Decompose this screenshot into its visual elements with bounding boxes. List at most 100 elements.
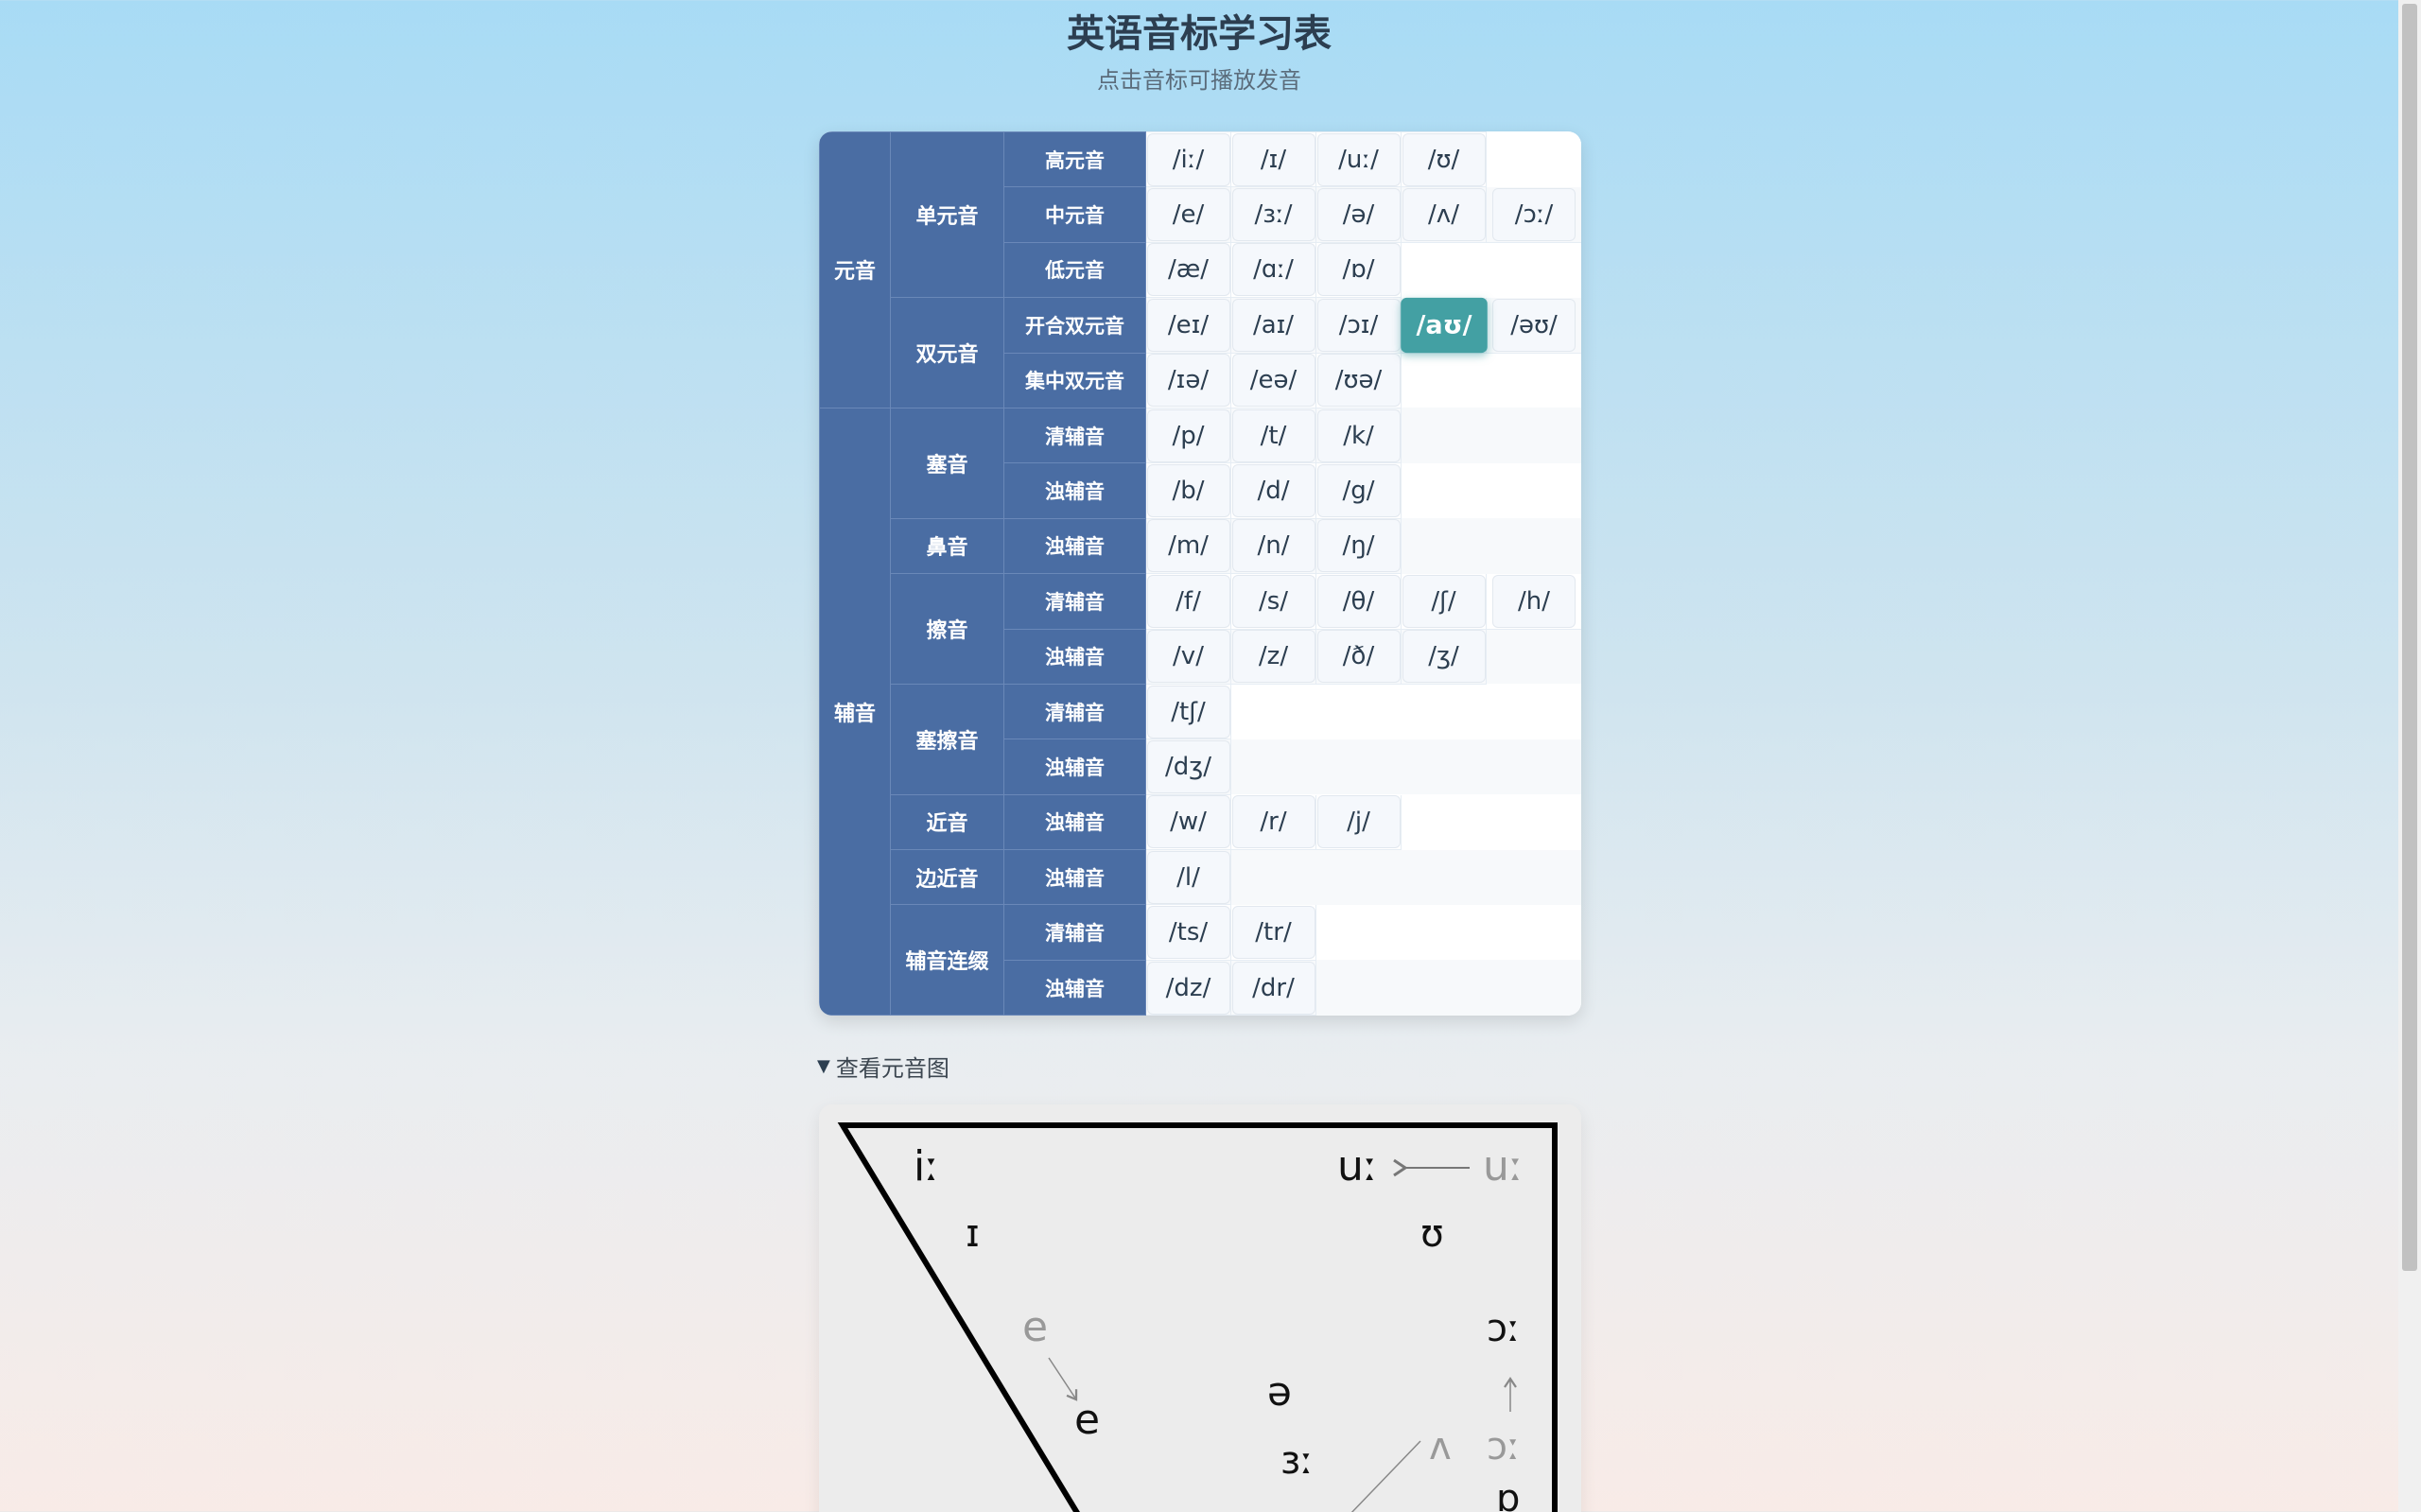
symbol-cell: /ʌ/ (1401, 186, 1487, 243)
phonetic-button[interactable]: /ŋ/ (1316, 519, 1401, 573)
phonetic-button[interactable]: /p/ (1146, 408, 1230, 462)
scrollbar-thumb[interactable] (2402, 4, 2417, 1271)
phonetic-button[interactable]: /əʊ/ (1492, 298, 1576, 352)
phonetic-button[interactable]: /dʒ/ (1146, 739, 1230, 793)
symbol-cell: /d/ (1230, 462, 1316, 519)
phonetic-button[interactable]: /h/ (1492, 574, 1576, 628)
phonetic-button[interactable]: /ts/ (1146, 906, 1230, 960)
phonetic-button[interactable]: /ʌ/ (1402, 188, 1486, 242)
phonetic-button[interactable]: /ə/ (1316, 188, 1401, 242)
phonetic-button[interactable]: /m/ (1146, 519, 1230, 573)
symbol-cell: /v/ (1145, 628, 1231, 685)
vowel-label: ʌ (1429, 1425, 1452, 1469)
symbol-cell: /ɒ/ (1315, 241, 1402, 299)
subgroup-header: 集中双元音 (1003, 352, 1146, 408)
group-header: 近音 (890, 793, 1004, 851)
symbol-cell: /j/ (1315, 793, 1402, 851)
symbol-cell: /z/ (1230, 628, 1316, 685)
subgroup-header: 清辅音 (1003, 683, 1146, 740)
phonetic-button[interactable]: /aɪ/ (1231, 298, 1315, 352)
symbol-cell: /eə/ (1230, 352, 1316, 408)
phonetic-button[interactable]: /j/ (1316, 795, 1401, 849)
group-header: 鼻音 (890, 517, 1004, 575)
phonetic-button-active[interactable]: /aʊ/ (1400, 297, 1488, 353)
symbol-cell: /dz/ (1145, 959, 1231, 1016)
subgroup-header: 低元音 (1003, 241, 1146, 299)
phonetic-button[interactable]: /ɔː/ (1492, 188, 1576, 242)
table-row: 双元音 开合双元音/eɪ//aɪ//ɔɪ//aʊ//əʊ/ (820, 297, 1581, 408)
group-header: 双元音 (890, 297, 1004, 408)
symbol-cell: /g/ (1315, 462, 1402, 519)
phonetic-button[interactable]: /t/ (1231, 408, 1315, 462)
phonetic-button[interactable]: /k/ (1316, 408, 1401, 462)
symbol-cell: /r/ (1230, 793, 1316, 851)
phonetic-button[interactable]: /ɔɪ/ (1316, 298, 1401, 352)
vowel-label: e (1022, 1303, 1048, 1351)
subgroup-header: 浊辅音 (1003, 517, 1146, 575)
empty-cell (1401, 353, 1487, 408)
phonetic-button[interactable]: /ɑː/ (1231, 243, 1315, 297)
group-header: 单元音 (890, 131, 1004, 299)
phonetic-button[interactable]: /f/ (1146, 574, 1230, 628)
group-header: 塞擦音 (890, 683, 1004, 795)
phonetic-button[interactable]: /θ/ (1316, 574, 1401, 628)
phonetic-button[interactable]: /e/ (1146, 188, 1230, 242)
phonetic-button[interactable]: /tr/ (1231, 906, 1315, 960)
phonetic-button[interactable]: /ʊə/ (1316, 354, 1401, 408)
arrow-diag-icon (1350, 1440, 1421, 1512)
symbol-cell: /m/ (1145, 517, 1231, 575)
subgroup-header: 清辅音 (1003, 904, 1146, 961)
empty-cell (1486, 353, 1581, 408)
phonetic-button[interactable]: /ɪə/ (1146, 354, 1230, 408)
phonetic-button[interactable]: /eɪ/ (1146, 298, 1230, 352)
phonetic-button[interactable]: /r/ (1231, 795, 1315, 849)
empty-cell (1401, 849, 1487, 905)
phonetic-button[interactable]: /l/ (1146, 850, 1230, 904)
symbol-cell: /iː/ (1145, 131, 1231, 188)
phonetic-button[interactable]: /w/ (1146, 795, 1230, 849)
vowel-label: ɪ (966, 1212, 980, 1256)
phonetic-button[interactable]: /s/ (1231, 574, 1315, 628)
phonetic-button[interactable]: /æ/ (1146, 243, 1230, 297)
symbol-cell: /æ/ (1145, 241, 1231, 299)
symbol-cell: /aɪ/ (1230, 297, 1316, 354)
scrollbar[interactable] (2398, 0, 2421, 1512)
subgroup-header: 浊辅音 (1003, 959, 1146, 1016)
vowel-label: iː (914, 1142, 939, 1190)
phonetic-button[interactable]: /ʃ/ (1402, 574, 1486, 628)
symbol-cell: /l/ (1145, 849, 1231, 906)
symbol-cell: /ʊ/ (1401, 131, 1487, 188)
phonetic-button[interactable]: /dz/ (1146, 961, 1230, 1015)
arrow-down-icon (1048, 1357, 1078, 1401)
phonetic-button[interactable]: /eə/ (1231, 354, 1315, 408)
vowel-chart-toggle[interactable]: ▼ 查看元音图 (817, 1050, 949, 1083)
phonetic-button[interactable]: /ɪ/ (1231, 132, 1315, 186)
subgroup-header: 浊辅音 (1003, 739, 1146, 795)
phonetic-button[interactable]: /n/ (1231, 519, 1315, 573)
group-header: 擦音 (890, 573, 1004, 685)
phonetic-button[interactable]: /uː/ (1316, 132, 1401, 186)
phonetic-button[interactable]: /ʒ/ (1402, 630, 1486, 684)
phonetic-button[interactable]: /iː/ (1146, 132, 1230, 186)
phonetic-button[interactable]: /ɒ/ (1316, 243, 1401, 297)
phonetic-button[interactable]: /dr/ (1231, 961, 1315, 1015)
subgroup-header: 高元音 (1003, 131, 1146, 188)
phonetic-table: 元音 单元音 高元音/iː//ɪ//uː//ʊ/中元音/e//ɜː//ə//ʌ//ɔ… (819, 131, 1581, 1016)
symbol-cell: /tr/ (1230, 904, 1316, 961)
phonetic-button[interactable]: /z/ (1231, 630, 1315, 684)
phonetic-button[interactable]: /v/ (1146, 630, 1230, 684)
empty-cell (1315, 684, 1402, 739)
phonetic-button[interactable]: /b/ (1146, 464, 1230, 518)
phonetic-button[interactable]: /g/ (1316, 464, 1401, 518)
empty-cell (1486, 794, 1581, 850)
phonetic-button[interactable]: /d/ (1231, 464, 1315, 518)
phonetic-button[interactable]: /ð/ (1316, 630, 1401, 684)
category-header: 元音 (819, 131, 891, 408)
symbol-cell: /ð/ (1315, 628, 1402, 685)
symbol-cell: /w/ (1145, 793, 1231, 851)
symbol-cell: /dr/ (1230, 959, 1316, 1016)
phonetic-button[interactable]: /ɜː/ (1231, 188, 1315, 242)
phonetic-button[interactable]: /tʃ/ (1146, 685, 1230, 739)
empty-cell (1486, 629, 1581, 685)
phonetic-button[interactable]: /ʊ/ (1402, 132, 1486, 186)
